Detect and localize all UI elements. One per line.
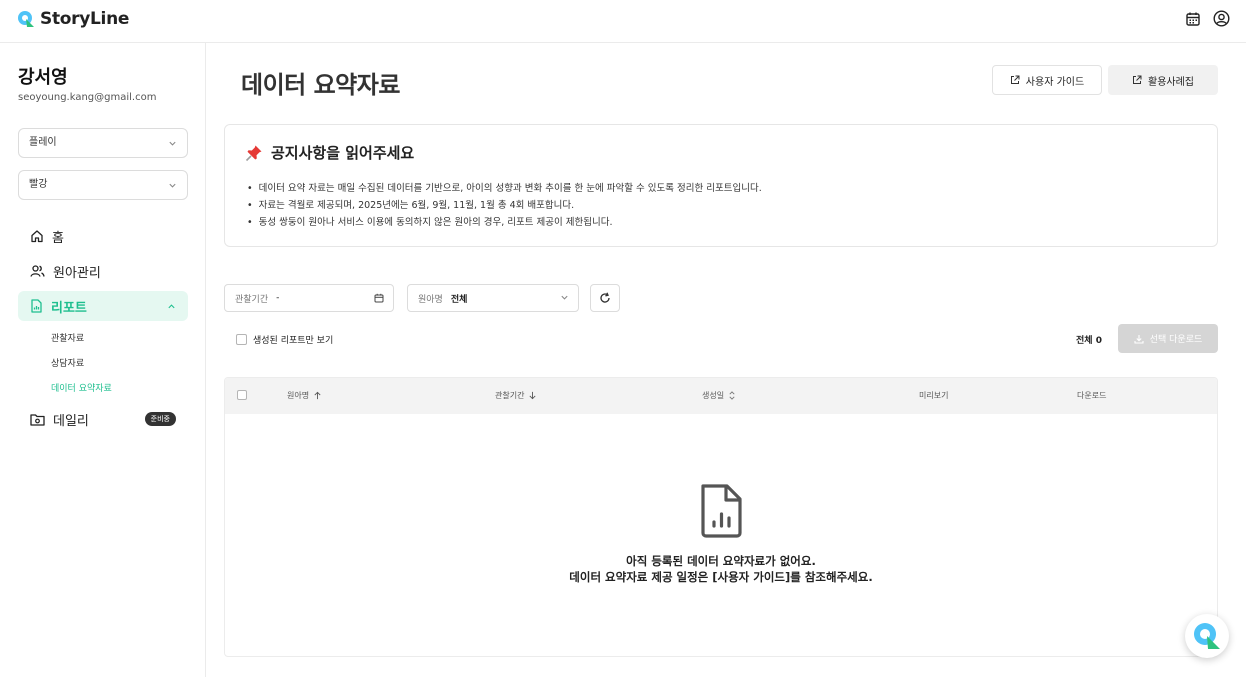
notice-list: 데이터 요약 자료는 매일 수집된 데이터를 기반으로, 아이의 성향과 변화 … — [247, 180, 762, 231]
notice-item: 자료는 격월로 제공되며, 2025년에는 6월, 9월, 11월, 1월 총 … — [247, 197, 762, 214]
folder-camera-icon — [30, 413, 45, 426]
storyline-logo-icon — [18, 11, 34, 27]
column-label: 생성일 — [702, 391, 725, 400]
empty-message: 아직 등록된 데이터 요약자료가 없어요. 데이터 요약자료 제공 일정은 [사… — [225, 553, 1217, 585]
calendar-icon[interactable] — [1185, 11, 1201, 27]
notice-title: 공지사항을 읽어주세요 — [271, 144, 415, 162]
column-preview: 미리보기 — [919, 390, 948, 401]
sort-icon — [729, 391, 735, 400]
user-name: 강서영 — [18, 67, 68, 88]
sidebar-subitem-data-summary[interactable]: 데이터 요약자료 — [51, 381, 112, 394]
sidebar-item-daily[interactable]: 데일리 준비중 — [18, 404, 188, 434]
table-header: 원아명 관찰기간 생성일 미리보기 다운로드 — [225, 378, 1217, 414]
chevron-up-icon — [168, 304, 175, 309]
column-period[interactable]: 관찰기간 — [495, 390, 537, 401]
sidebar-subitem-observation[interactable]: 관찰자료 — [51, 331, 84, 344]
column-label: 다운로드 — [1077, 391, 1107, 400]
only-generated-label: 생성된 리포트만 보기 — [253, 336, 334, 346]
column-label: 미리보기 — [919, 391, 949, 400]
sidebar-item-label: 홈 — [52, 230, 64, 246]
sidebar: 강서영 seoyoung.kang@gmail.com 플레이 빨강 홈 원아관… — [0, 43, 206, 677]
chevron-down-icon — [169, 183, 176, 188]
user-guide-button[interactable]: 사용자 가이드 — [992, 65, 1102, 95]
app-name: StoryLine — [40, 9, 130, 29]
group-select-value: 빨강 — [29, 179, 48, 190]
page-title: 데이터 요약자료 — [241, 71, 400, 99]
pushpin-icon — [245, 145, 262, 161]
notice-panel: 공지사항을 읽어주세요 데이터 요약 자료는 매일 수집된 데이터를 기반으로,… — [224, 124, 1218, 247]
sidebar-item-children[interactable]: 원아관리 — [18, 256, 188, 286]
report-file-icon — [31, 299, 42, 313]
period-filter-label: 관찰기간 — [235, 294, 269, 305]
column-download: 다운로드 — [1077, 390, 1106, 401]
column-label: 관찰기간 — [495, 391, 525, 400]
use-cases-button[interactable]: 활용사례집 — [1108, 65, 1218, 95]
download-label: 선택 다운로드 — [1149, 335, 1203, 345]
status-badge: 준비중 — [144, 412, 176, 426]
external-link-icon — [1133, 75, 1142, 84]
user-guide-label: 사용자 가이드 — [1025, 76, 1085, 88]
sidebar-subitem-counseling[interactable]: 상담자료 — [51, 356, 84, 369]
sort-asc-icon — [314, 391, 321, 400]
class-select[interactable]: 플레이 — [18, 128, 188, 158]
chevron-down-icon — [169, 141, 176, 146]
top-bar: StoryLine — [0, 0, 1246, 43]
chevron-down-icon — [561, 295, 568, 300]
select-all-checkbox[interactable] — [237, 390, 247, 400]
calendar-icon — [374, 293, 384, 303]
empty-message-line: 데이터 요약자료 제공 일정은 [사용자 가이드]를 참조해주세요. — [569, 570, 873, 584]
report-table: 원아명 관찰기간 생성일 미리보기 다운로드 아직 등록된 데이터 요약자료가 … — [224, 377, 1218, 657]
sidebar-item-label: 원아관리 — [53, 265, 101, 281]
user-email: seoyoung.kang@gmail.com — [18, 92, 157, 103]
selected-download-button[interactable]: 선택 다운로드 — [1118, 324, 1218, 353]
child-name-filter-value: 전체 — [450, 294, 468, 305]
users-icon — [30, 265, 45, 277]
notice-item: 데이터 요약 자료는 매일 수집된 데이터를 기반으로, 아이의 성향과 변화 … — [247, 180, 762, 197]
only-generated-toggle[interactable]: 생성된 리포트만 보기 — [236, 333, 333, 346]
class-select-value: 플레이 — [29, 137, 57, 148]
sidebar-item-label: 데일리 — [53, 413, 89, 429]
empty-message-line: 아직 등록된 데이터 요약자료가 없어요. — [626, 554, 816, 568]
child-name-filter-label: 원아명 — [418, 294, 443, 305]
home-icon — [31, 230, 43, 243]
sidebar-item-label: 리포트 — [51, 300, 87, 316]
period-filter[interactable]: 관찰기간 - — [224, 284, 394, 312]
period-filter-value: - — [276, 293, 280, 303]
child-name-filter[interactable]: 원아명 전체 — [407, 284, 579, 312]
sidebar-item-report[interactable]: 리포트 — [18, 291, 188, 321]
notice-item: 동성 쌍둥이 원아나 서비스 이용에 동의하지 않은 원아의 경우, 리포트 제… — [247, 214, 762, 231]
main-content: 데이터 요약자료 사용자 가이드 활용사례집 공지사항을 읽어주세요 데이터 요… — [206, 43, 1246, 677]
use-cases-label: 활용사례집 — [1148, 76, 1194, 88]
sidebar-item-home[interactable]: 홈 — [18, 221, 188, 251]
external-link-icon — [1010, 75, 1020, 84]
column-created-date[interactable]: 생성일 — [702, 390, 736, 401]
user-circle-icon[interactable] — [1213, 10, 1230, 27]
empty-state: 아직 등록된 데이터 요약자료가 없어요. 데이터 요약자료 제공 일정은 [사… — [225, 483, 1217, 585]
logo[interactable]: StoryLine — [16, 9, 129, 29]
total-count: 전체 0 — [1076, 336, 1102, 346]
refresh-icon — [600, 292, 610, 303]
storyline-logo-icon — [1194, 623, 1220, 649]
column-label: 원아명 — [287, 391, 310, 400]
refresh-button[interactable] — [590, 284, 620, 312]
chat-fab-button[interactable] — [1185, 614, 1229, 658]
download-icon — [1134, 334, 1144, 344]
sort-desc-icon — [529, 391, 536, 400]
only-generated-checkbox[interactable] — [236, 334, 247, 345]
file-chart-icon — [701, 484, 742, 538]
group-select[interactable]: 빨강 — [18, 170, 188, 200]
column-child-name[interactable]: 원아명 — [287, 390, 322, 401]
select-all-cell — [237, 390, 247, 400]
